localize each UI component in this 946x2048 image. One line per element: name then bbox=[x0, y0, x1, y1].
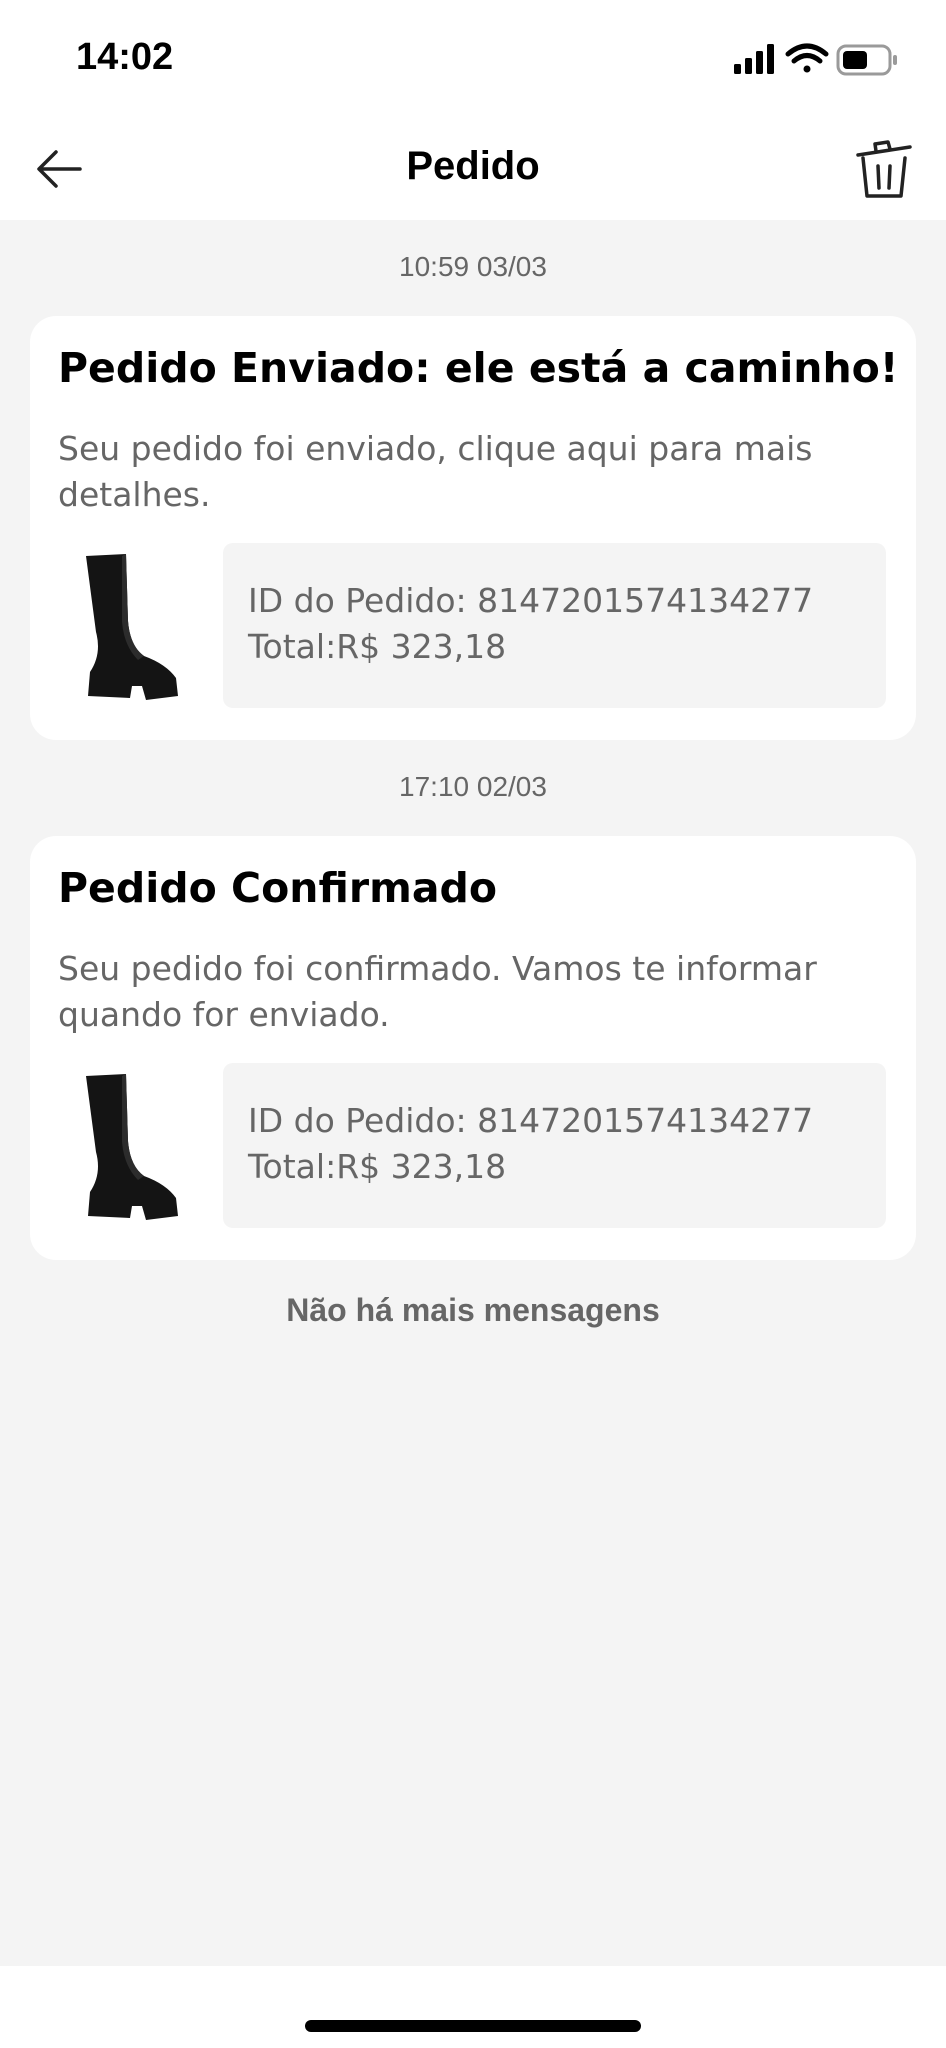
order-total: Total:R$ 323,18 bbox=[248, 1147, 507, 1186]
order-info-box[interactable]: ID do Pedido: 8147201574134277 Total:R$ … bbox=[223, 1063, 886, 1228]
order-id: ID do Pedido: 8147201574134277 bbox=[248, 581, 814, 620]
battery-icon bbox=[836, 44, 897, 76]
message-description: Seu pedido foi confirmado. Vamos te info… bbox=[58, 949, 817, 1034]
no-more-messages: Não há mais mensagens bbox=[286, 1292, 660, 1328]
order-total: Total:R$ 323,18 bbox=[248, 627, 507, 666]
order-info-box[interactable]: ID do Pedido: 8147201574134277 Total:R$ … bbox=[223, 543, 886, 708]
bottom-bar bbox=[0, 1966, 946, 2048]
status-time: 14:02 bbox=[76, 36, 174, 78]
message-description: Seu pedido foi enviado, clique aqui para… bbox=[58, 429, 813, 514]
order-id: ID do Pedido: 8147201574134277 bbox=[248, 1101, 814, 1140]
wifi-icon bbox=[785, 43, 829, 73]
message-card-confirmed[interactable]: Pedido Confirmado Seu pedido foi confirm… bbox=[30, 836, 916, 1260]
message-timestamp: 17:10 02/03 bbox=[399, 771, 547, 802]
message-card-shipped[interactable]: Pedido Enviado: ele está a caminho! Seu … bbox=[30, 316, 916, 740]
boot-icon bbox=[86, 554, 178, 700]
page-title: Pedido bbox=[406, 144, 540, 188]
message-timestamp: 10:59 03/03 bbox=[399, 251, 547, 282]
cellular-signal-icon bbox=[734, 44, 774, 74]
product-image[interactable] bbox=[66, 546, 186, 711]
product-image[interactable] bbox=[66, 1066, 186, 1231]
delete-button[interactable] bbox=[854, 138, 914, 202]
boot-icon bbox=[86, 1074, 178, 1220]
status-icons bbox=[734, 43, 897, 76]
status-bar: 14:02 bbox=[0, 0, 946, 120]
message-title: Pedido Confirmado bbox=[58, 864, 498, 912]
trash-icon bbox=[856, 140, 912, 198]
message-title: Pedido Enviado: ele está a caminho! bbox=[58, 344, 899, 392]
home-indicator[interactable] bbox=[305, 2020, 641, 2032]
nav-bar: Pedido bbox=[0, 120, 946, 220]
